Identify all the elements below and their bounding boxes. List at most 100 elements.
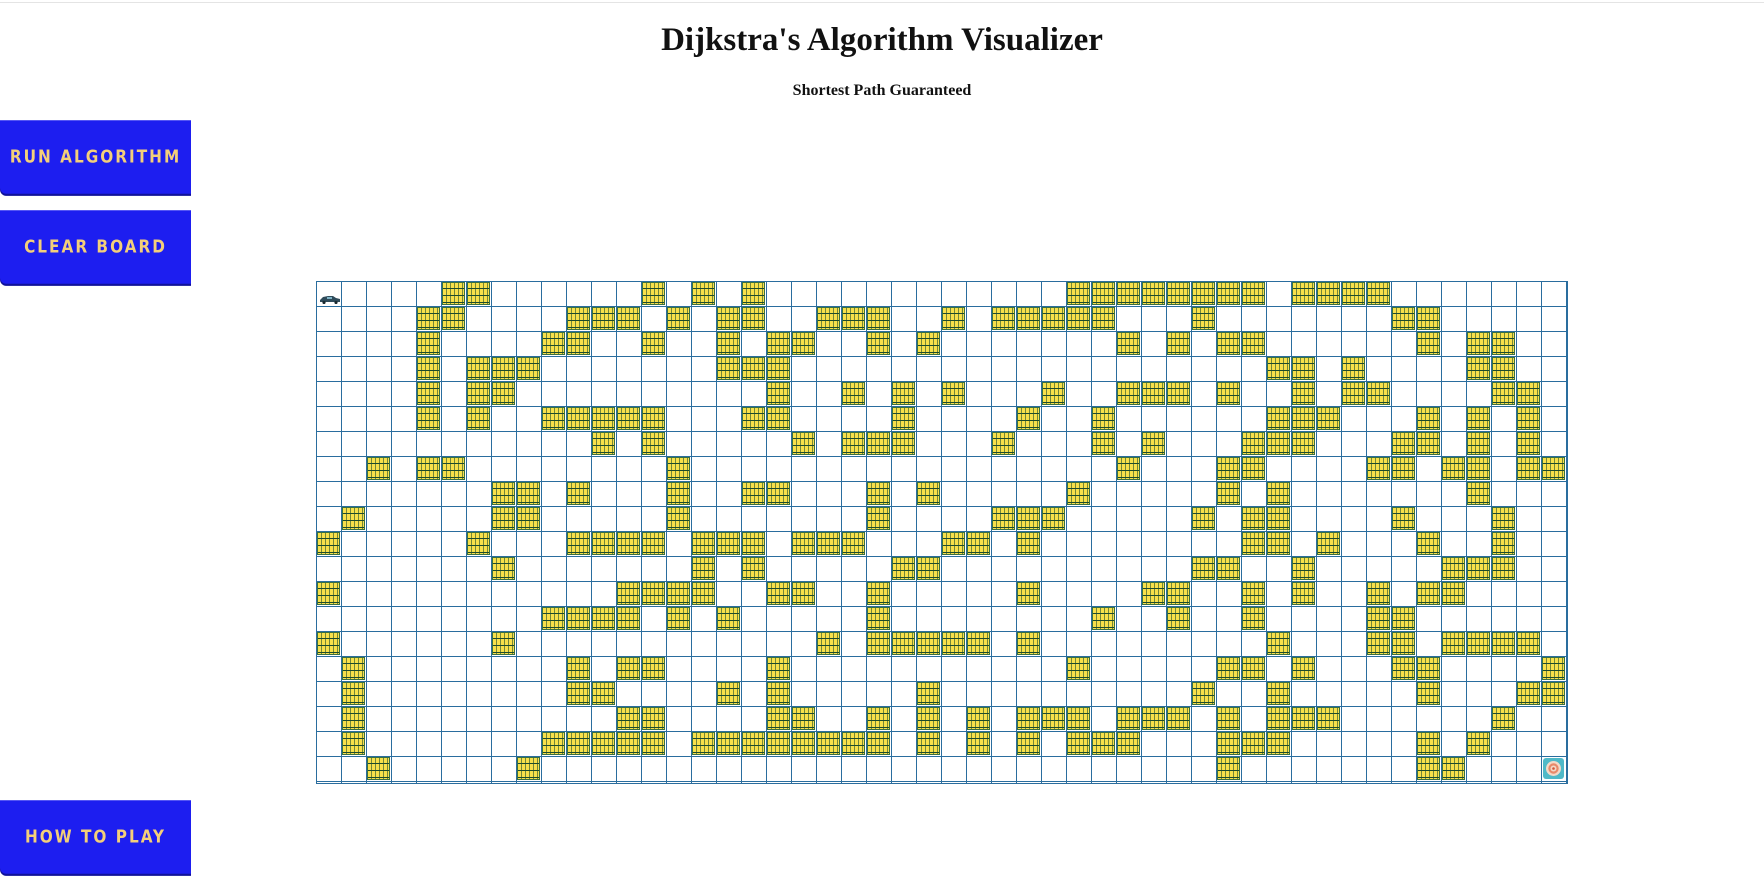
wall-cell[interactable] (1292, 407, 1315, 430)
wall-cell[interactable] (892, 557, 915, 580)
wall-cell[interactable] (1217, 457, 1240, 480)
wall-cell[interactable] (1017, 532, 1040, 555)
wall-cell[interactable] (1467, 357, 1490, 380)
wall-cell[interactable] (1467, 632, 1490, 655)
wall-cell[interactable] (417, 332, 440, 355)
wall-cell[interactable] (742, 532, 765, 555)
wall-cell[interactable] (1242, 457, 1265, 480)
wall-cell[interactable] (817, 732, 840, 755)
wall-cell[interactable] (1517, 457, 1540, 480)
wall-cell[interactable] (1267, 732, 1290, 755)
wall-cell[interactable] (1017, 307, 1040, 330)
wall-cell[interactable] (1417, 732, 1440, 755)
wall-cell[interactable] (342, 682, 365, 705)
pathfinding-grid[interactable] (316, 281, 1568, 784)
wall-cell[interactable] (367, 757, 390, 780)
wall-cell[interactable] (567, 307, 590, 330)
car-icon[interactable] (319, 289, 341, 305)
wall-cell[interactable] (1267, 632, 1290, 655)
wall-cell[interactable] (517, 357, 540, 380)
wall-cell[interactable] (1492, 357, 1515, 380)
wall-cell[interactable] (492, 382, 515, 405)
wall-cell[interactable] (1217, 707, 1240, 730)
wall-cell[interactable] (1442, 632, 1465, 655)
wall-cell[interactable] (817, 307, 840, 330)
wall-cell[interactable] (1392, 632, 1415, 655)
wall-cell[interactable] (867, 582, 890, 605)
wall-cell[interactable] (892, 407, 915, 430)
wall-cell[interactable] (317, 632, 340, 655)
wall-cell[interactable] (817, 632, 840, 655)
wall-cell[interactable] (1242, 607, 1265, 630)
wall-cell[interactable] (642, 332, 665, 355)
wall-cell[interactable] (917, 632, 940, 655)
wall-cell[interactable] (1292, 557, 1315, 580)
wall-cell[interactable] (1292, 357, 1315, 380)
wall-cell[interactable] (1542, 457, 1565, 480)
wall-cell[interactable] (1117, 732, 1140, 755)
wall-cell[interactable] (467, 357, 490, 380)
wall-cell[interactable] (1292, 282, 1315, 305)
wall-cell[interactable] (342, 707, 365, 730)
wall-cell[interactable] (667, 457, 690, 480)
wall-cell[interactable] (1117, 457, 1140, 480)
wall-cell[interactable] (792, 332, 815, 355)
wall-cell[interactable] (1092, 432, 1115, 455)
wall-cell[interactable] (442, 457, 465, 480)
wall-cell[interactable] (1517, 432, 1540, 455)
wall-cell[interactable] (1417, 407, 1440, 430)
wall-cell[interactable] (1467, 432, 1490, 455)
wall-cell[interactable] (642, 707, 665, 730)
wall-cell[interactable] (917, 707, 940, 730)
wall-cell[interactable] (1242, 332, 1265, 355)
wall-cell[interactable] (717, 357, 740, 380)
wall-cell[interactable] (567, 332, 590, 355)
wall-cell[interactable] (992, 307, 1015, 330)
wall-cell[interactable] (1042, 707, 1065, 730)
wall-cell[interactable] (1467, 557, 1490, 580)
wall-cell[interactable] (1142, 382, 1165, 405)
wall-cell[interactable] (467, 282, 490, 305)
wall-cell[interactable] (617, 657, 640, 680)
wall-cell[interactable] (1442, 557, 1465, 580)
wall-cell[interactable] (792, 582, 815, 605)
wall-cell[interactable] (1467, 407, 1490, 430)
wall-cell[interactable] (567, 607, 590, 630)
wall-cell[interactable] (1467, 482, 1490, 505)
wall-cell[interactable] (692, 557, 715, 580)
wall-cell[interactable] (967, 532, 990, 555)
wall-cell[interactable] (1192, 557, 1215, 580)
wall-cell[interactable] (1192, 682, 1215, 705)
wall-cell[interactable] (1067, 482, 1090, 505)
wall-cell[interactable] (1017, 582, 1040, 605)
wall-cell[interactable] (592, 407, 615, 430)
wall-cell[interactable] (1542, 682, 1565, 705)
wall-cell[interactable] (617, 707, 640, 730)
wall-cell[interactable] (1342, 282, 1365, 305)
wall-cell[interactable] (1417, 757, 1440, 780)
wall-cell[interactable] (942, 307, 965, 330)
clear-board-button[interactable]: Clear Board (0, 210, 191, 284)
wall-cell[interactable] (467, 532, 490, 555)
wall-cell[interactable] (692, 582, 715, 605)
wall-cell[interactable] (617, 732, 640, 755)
wall-cell[interactable] (592, 432, 615, 455)
wall-cell[interactable] (1167, 282, 1190, 305)
wall-cell[interactable] (1367, 582, 1390, 605)
wall-cell[interactable] (1142, 707, 1165, 730)
wall-cell[interactable] (892, 632, 915, 655)
wall-cell[interactable] (667, 507, 690, 530)
wall-cell[interactable] (617, 307, 640, 330)
wall-cell[interactable] (492, 632, 515, 655)
wall-cell[interactable] (667, 307, 690, 330)
wall-cell[interactable] (1017, 507, 1040, 530)
wall-cell[interactable] (492, 507, 515, 530)
wall-cell[interactable] (1242, 507, 1265, 530)
wall-cell[interactable] (892, 432, 915, 455)
wall-cell[interactable] (1017, 407, 1040, 430)
wall-cell[interactable] (767, 407, 790, 430)
wall-cell[interactable] (1492, 707, 1515, 730)
wall-cell[interactable] (1292, 382, 1315, 405)
wall-cell[interactable] (1492, 507, 1515, 530)
wall-cell[interactable] (1042, 507, 1065, 530)
